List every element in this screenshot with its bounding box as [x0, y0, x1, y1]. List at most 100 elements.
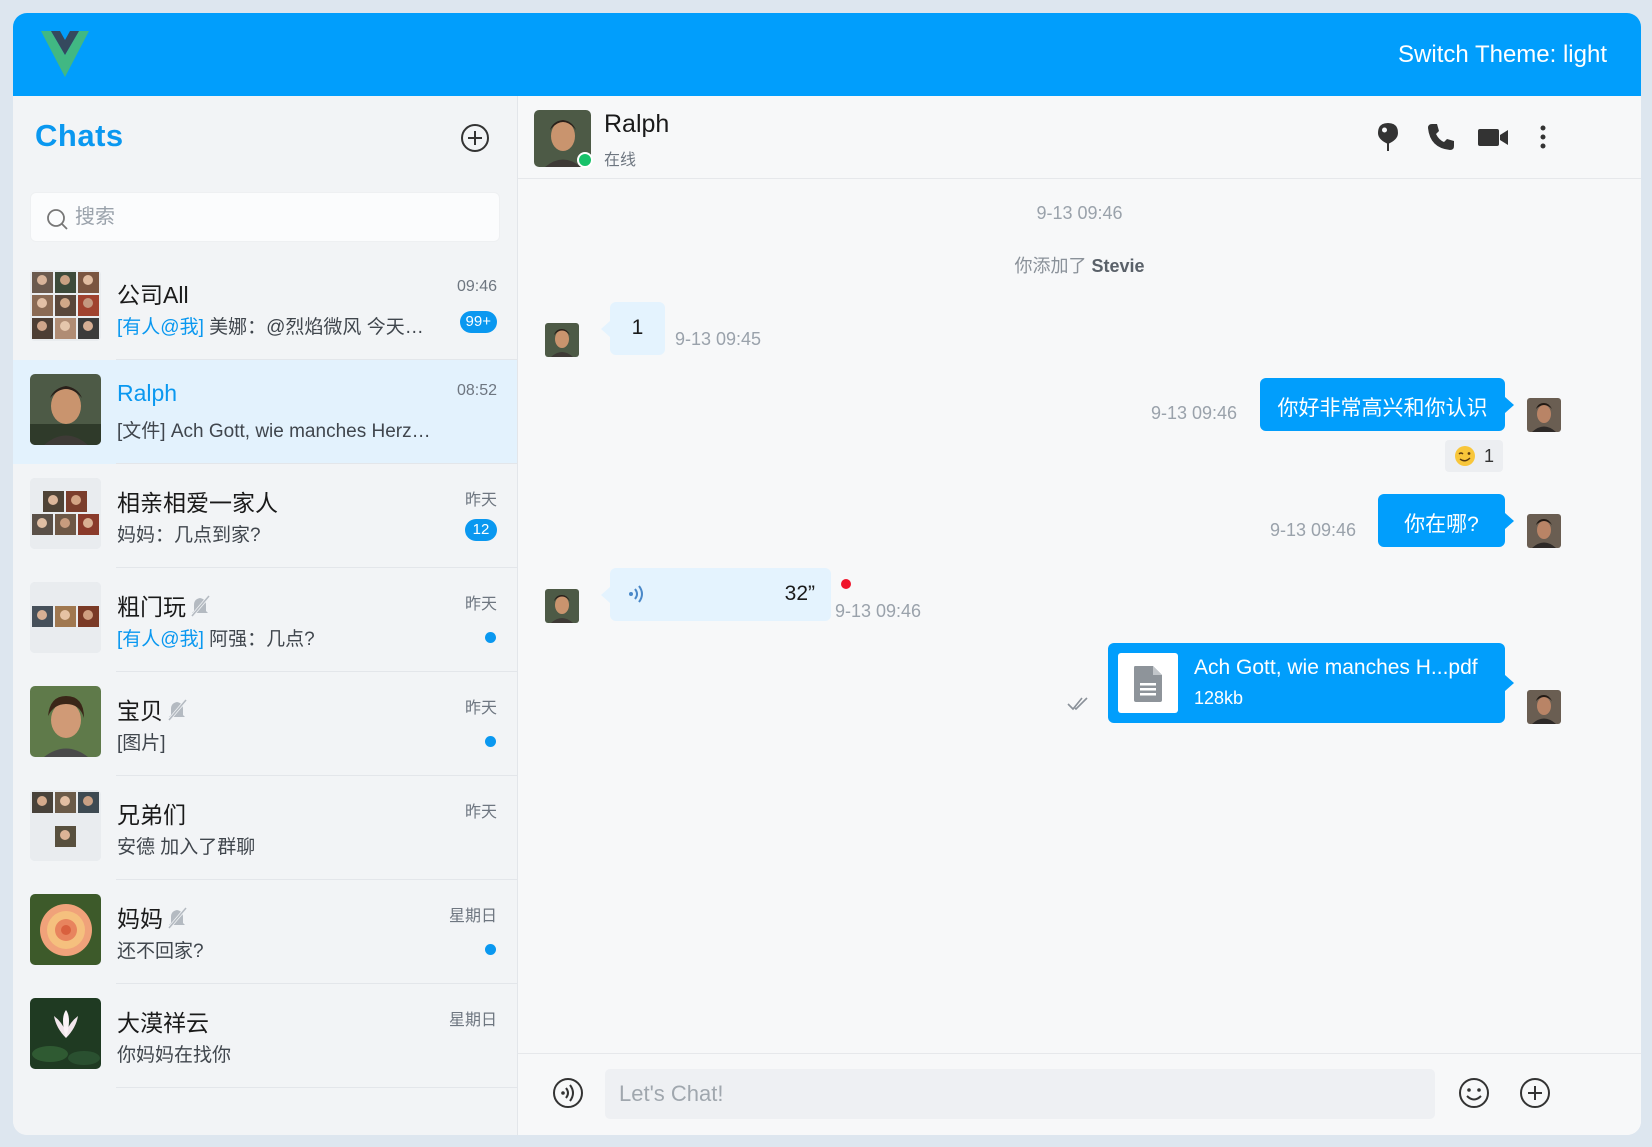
message-time: 9-13 09:46: [835, 601, 922, 621]
file-thumb: [1118, 653, 1178, 713]
message-text: 你在哪?: [1404, 513, 1479, 536]
reaction-count: 1: [1484, 445, 1495, 466]
file-name: Ach Gott, wie manches H...pdf: [1194, 656, 1478, 679]
message-bubble[interactable]: 你在哪?: [1378, 494, 1514, 547]
chat-item-cumen[interactable]: 粗门玩 昨天 [有人@我] 阿强：几点?: [13, 568, 517, 672]
message-bubble[interactable]: 1: [601, 302, 665, 355]
chat-name: 相亲相爱一家人: [117, 490, 278, 516]
avatar: [30, 894, 101, 965]
chat-time: 昨天: [464, 700, 497, 717]
mention-tag: [有人@我]: [117, 317, 204, 338]
sender-avatar[interactable]: [545, 323, 579, 357]
chat-item-ralph[interactable]: Ralph 08:52 [文件] Ach Gott, wie manches H…: [13, 360, 517, 464]
chat-name: 宝贝: [117, 692, 189, 726]
file-size: 128kb: [1194, 688, 1244, 708]
unread-dot: [485, 944, 496, 955]
vue-logo-icon: [41, 31, 89, 77]
conversation-panel: Ralph 在线 9-13 09:46 你添加了 Stevie 1 9-13 0…: [518, 96, 1641, 1135]
my-avatar[interactable]: [1527, 514, 1561, 548]
group-avatar: [30, 478, 101, 549]
chat-time: 星期日: [448, 1012, 497, 1029]
avatar: [30, 686, 101, 757]
search-box: [30, 192, 500, 242]
unread-dot: [485, 736, 496, 747]
preview-text: 美娜：@烈焰微风 今天中午一起吃饭吗: [209, 317, 437, 338]
message-area: 9-13 09:46 你添加了 Stevie 1 9-13 09:45 9-13…: [518, 179, 1641, 1053]
chat-item-mama[interactable]: 妈妈 星期日 还不回家?: [13, 880, 517, 984]
chat-preview: [有人@我] 阿强：几点?: [117, 624, 437, 651]
add-circle-icon[interactable]: [459, 122, 491, 154]
app-window: Switch Theme: light Chats 搜索 公司All 09:46…: [13, 13, 1641, 1135]
message-composer: [518, 1053, 1641, 1135]
chat-name: 大漠祥云: [117, 1010, 209, 1036]
voice-wave-icon: [629, 585, 643, 603]
chat-item-brothers[interactable]: 兄弟们 昨天 安德 加入了群聊: [13, 776, 517, 880]
message-bubble[interactable]: 你好非常高兴和你认识: [1260, 378, 1514, 431]
mention-tag: [有人@我]: [117, 629, 204, 650]
message-time: 9-13 09:45: [675, 329, 762, 349]
voice-input-icon[interactable]: [551, 1076, 585, 1110]
contact-name: Ralph: [604, 110, 670, 138]
more-vertical-icon[interactable]: [1526, 120, 1560, 154]
my-avatar[interactable]: [1527, 398, 1561, 432]
chat-time: 星期日: [448, 908, 497, 925]
group-avatar: [30, 270, 101, 341]
my-avatar[interactable]: [1527, 690, 1561, 724]
unread-badge: 99+: [459, 311, 497, 333]
chat-time: 昨天: [464, 596, 497, 613]
chat-name: 兄弟们: [117, 802, 186, 828]
avatar: [30, 998, 101, 1069]
switch-theme-button[interactable]: Switch Theme: light: [1398, 41, 1607, 69]
location-pin-icon[interactable]: [1371, 120, 1405, 154]
chat-name-text: 宝贝: [117, 698, 163, 724]
chat-name: 公司All: [117, 282, 189, 308]
chat-input[interactable]: [605, 1069, 1435, 1119]
chat-sidebar: Chats 搜索 公司All 09:46 [有人@我] 美娜：@烈焰微风 今天中…: [13, 96, 518, 1135]
file-message-bubble[interactable]: Ach Gott, wie manches H...pdf 128kb: [1108, 643, 1514, 723]
chat-name-text: 粗门玩: [117, 594, 186, 620]
muted-bell-icon: [167, 907, 188, 929]
muted-bell-icon: [190, 595, 211, 617]
video-camera-icon[interactable]: [1475, 120, 1511, 154]
message-time: 9-13 09:46: [1151, 403, 1238, 423]
chat-time: 昨天: [464, 804, 497, 821]
voice-duration: 32”: [784, 582, 815, 605]
conversation-header: Ralph 在线: [518, 96, 1641, 179]
chat-preview: [图片]: [117, 733, 166, 754]
chat-preview: [文件] Ach Gott, wie manches Herzeleid.pdf: [117, 421, 437, 442]
sender-avatar[interactable]: [545, 589, 579, 623]
chat-name-text: 妈妈: [117, 906, 163, 932]
chat-preview: 安德 加入了群聊: [117, 837, 256, 858]
add-attachment-icon[interactable]: [1518, 1076, 1552, 1110]
phone-icon[interactable]: [1424, 120, 1458, 154]
message-text: 1: [631, 316, 644, 339]
sidebar-title: Chats: [35, 118, 124, 153]
chat-preview: 你妈妈在找你: [117, 1045, 232, 1066]
unplayed-dot: [841, 579, 851, 589]
time-divider: 9-13 09:46: [1036, 203, 1123, 223]
wink-emoji-icon: [1455, 446, 1475, 466]
chat-list: 公司All 09:46 [有人@我] 美娜：@烈焰微风 今天中午一起吃饭吗 99…: [13, 256, 517, 1088]
preview-text: 阿强：几点?: [209, 629, 315, 650]
system-prefix: 你添加了: [1014, 256, 1087, 276]
muted-bell-icon: [167, 699, 188, 721]
chat-item-baobei[interactable]: 宝贝 昨天 [图片]: [13, 672, 517, 776]
group-avatar: [30, 790, 101, 861]
unread-badge: 12: [465, 519, 497, 541]
system-user: Stevie: [1091, 256, 1145, 276]
emoji-icon[interactable]: [1457, 1076, 1491, 1110]
top-bar: Switch Theme: light: [13, 13, 1641, 96]
message-reaction[interactable]: 1: [1445, 440, 1504, 472]
chat-preview: [有人@我] 美娜：@烈焰微风 今天中午一起吃饭吗: [117, 312, 437, 339]
voice-message-bubble[interactable]: 32”: [601, 568, 831, 621]
online-indicator: [577, 152, 593, 168]
chat-item-company-all[interactable]: 公司All 09:46 [有人@我] 美娜：@烈焰微风 今天中午一起吃饭吗 99…: [13, 256, 517, 360]
search-input[interactable]: [75, 193, 485, 241]
chat-item-damo[interactable]: 大漠祥云 星期日 你妈妈在找你: [13, 984, 517, 1088]
avatar: [30, 374, 101, 445]
unread-dot: [485, 632, 496, 643]
chat-name: 妈妈: [117, 900, 189, 934]
chat-preview: 还不回家?: [117, 941, 204, 962]
chat-item-family[interactable]: 相亲相爱一家人 昨天 妈妈：几点到家? 12: [13, 464, 517, 568]
chat-time: 08:52: [456, 382, 497, 399]
